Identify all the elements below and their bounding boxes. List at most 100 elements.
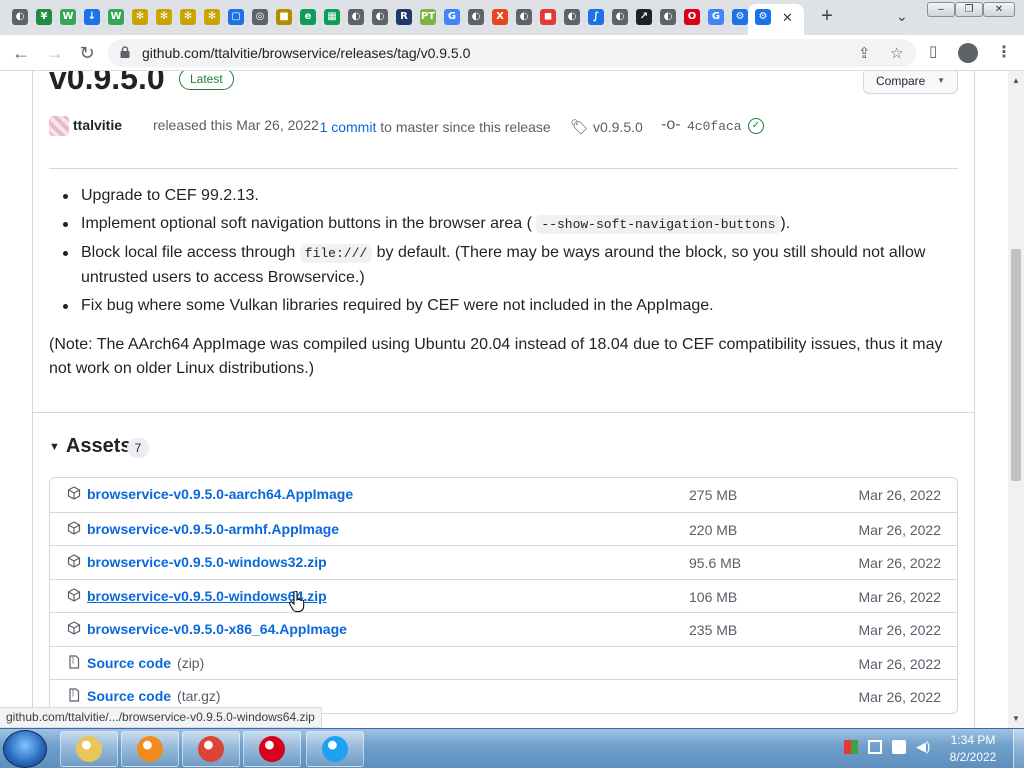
tab-search-button[interactable]: ⌄ <box>896 8 908 25</box>
bee-icon: ✻ <box>132 9 148 25</box>
forward-button[interactable]: → <box>45 43 65 64</box>
bookmark-star-icon[interactable]: ☆ <box>890 44 903 62</box>
google-icon: G <box>444 9 460 25</box>
start-button[interactable] <box>3 730 47 768</box>
browser-tab[interactable]: ■ <box>273 6 295 28</box>
restore-button[interactable]: ❐ <box>955 2 983 17</box>
side-panel-icon[interactable]: ▯ <box>929 42 937 60</box>
action-center-icon[interactable] <box>892 740 906 754</box>
browser-tab[interactable]: ◼ <box>537 6 559 28</box>
vertical-scrollbar[interactable]: ▲ ▼ <box>1008 71 1024 728</box>
browser-tab[interactable]: e <box>297 6 319 28</box>
browser-tab[interactable]: ✻ <box>177 6 199 28</box>
browser-tab[interactable]: ◐ <box>465 6 487 28</box>
asset-row: browservice-v0.9.5.0-windows64.zip 106 MB… <box>50 578 957 613</box>
minimize-button[interactable]: – <box>927 2 955 17</box>
asset-link[interactable]: browservice-v0.9.5.0-x86_64.AppImage <box>87 621 347 637</box>
e-green-icon: e <box>300 9 316 25</box>
active-tab[interactable]: ⚙ ✕ <box>748 4 804 35</box>
tag-link[interactable]: v0.9.5.0 <box>593 119 643 135</box>
browser-tab[interactable]: ◐ <box>657 6 679 28</box>
browser-tab[interactable]: ✻ <box>201 6 223 28</box>
asset-link[interactable]: browservice-v0.9.5.0-windows32.zip <box>87 554 327 570</box>
lock-icon <box>120 46 130 58</box>
close-window-button[interactable]: ✕ <box>983 2 1015 17</box>
commits-link[interactable]: 1 commit <box>320 119 377 135</box>
taskbar-opera[interactable] <box>243 731 301 767</box>
browser-tab[interactable]: R <box>393 6 415 28</box>
r-icon: R <box>396 9 412 25</box>
commit-info: · 1 commit to master since this release <box>311 119 551 135</box>
asset-row: browservice-v0.9.5.0-x86_64.AppImage 235 … <box>50 612 957 646</box>
asset-row: Source code (zip) Mar 26, 2022 <box>50 645 957 680</box>
page-viewport: v0.9.5.0 Latest Compare ▼ ttalvitie rele… <box>0 71 1008 728</box>
scroll-down-icon[interactable]: ▼ <box>1012 714 1020 723</box>
package-icon <box>67 554 81 568</box>
taskbar-internet-explorer[interactable] <box>306 731 364 767</box>
share-icon[interactable]: ⇪ <box>858 44 871 62</box>
browser-tab[interactable]: ◐ <box>9 6 31 28</box>
browser-tab[interactable]: ✻ <box>129 6 151 28</box>
hand-cursor-icon <box>289 591 305 612</box>
asset-name: browservice-v0.9.5.0-windows32.zip <box>87 554 327 570</box>
clock-date[interactable]: 8/2/2022 <box>938 750 1008 764</box>
commit-sha-link[interactable]: 4c0faca <box>687 119 742 134</box>
network-icon[interactable] <box>868 740 882 754</box>
browser-tab[interactable]: ↓ <box>81 6 103 28</box>
browser-tab[interactable]: ▢ <box>225 6 247 28</box>
show-desktop-button[interactable] <box>1013 729 1024 769</box>
browser-tab[interactable]: ◎ <box>249 6 271 28</box>
browser-tab[interactable]: ✻ <box>153 6 175 28</box>
reload-button[interactable]: ↻ <box>77 43 97 64</box>
taskbar-chrome[interactable] <box>182 731 240 767</box>
assets-toggle[interactable]: ▼ Assets <box>49 435 132 458</box>
assets-list: browservice-v0.9.5.0-aarch64.AppImage 275… <box>49 477 958 714</box>
divider <box>49 168 958 169</box>
asset-link[interactable]: Source code (tar.gz) <box>87 688 221 704</box>
profile-avatar-icon[interactable] <box>958 43 978 63</box>
new-tab-button[interactable]: + <box>816 5 838 28</box>
browser-tab[interactable]: ◐ <box>513 6 535 28</box>
browser-tab[interactable]: W <box>105 6 127 28</box>
author-link[interactable]: ttalvitie <box>73 117 122 133</box>
browser-tab[interactable]: ◐ <box>561 6 583 28</box>
volume-icon[interactable]: ◀) <box>916 740 930 754</box>
file-zip-icon <box>69 654 80 669</box>
colorful-tray-icon[interactable] <box>844 740 858 754</box>
author-avatar[interactable] <box>49 116 69 136</box>
browser-tab[interactable]: G <box>705 6 727 28</box>
browser-tab[interactable]: ◐ <box>609 6 631 28</box>
asset-date: Mar 26, 2022 <box>858 521 942 538</box>
browser-tab[interactable]: ◐ <box>345 6 367 28</box>
asset-link[interactable]: Source code (zip) <box>87 655 204 671</box>
asset-size: 220 MB <box>689 521 738 538</box>
browser-tab[interactable]: G <box>441 6 463 28</box>
scroll-up-icon[interactable]: ▲ <box>1012 76 1020 85</box>
more-menu-icon[interactable]: ⋮ <box>996 42 1012 62</box>
browser-tab[interactable]: ↗ <box>633 6 655 28</box>
clock-time[interactable]: 1:34 PM <box>938 733 1008 747</box>
tab-strip: ◐ ¥ W ↓ W ✻ ✻ ✻ ✻ ▢ ◎ ■ e ▦ ◐ ◐ R PT G ◐ X ◐ ◼ ◐ ∫ ◐ ↗ ◐ O G ⚙ ⚙ ✕ + ⌄… <box>0 0 1024 35</box>
asset-size: 95.6 MB <box>689 555 742 571</box>
close-tab-icon[interactable]: ✕ <box>782 10 793 26</box>
scroll-thumb[interactable] <box>1011 249 1021 481</box>
browser-tab[interactable]: ◐ <box>369 6 391 28</box>
browser-tab[interactable]: X <box>489 6 511 28</box>
wave-blue-icon: ∫ <box>588 9 604 25</box>
asset-link[interactable]: browservice-v0.9.5.0-armhf.AppImage <box>87 521 339 537</box>
package-icon <box>67 587 81 602</box>
taskbar-file-explorer[interactable] <box>60 731 118 767</box>
asset-link[interactable]: browservice-v0.9.5.0-aarch64.AppImage <box>87 486 353 502</box>
browser-tab[interactable]: PT <box>417 6 439 28</box>
taskbar-media-player[interactable] <box>121 731 179 767</box>
browser-tab[interactable]: O <box>681 6 703 28</box>
verified-check-icon[interactable]: ✓ <box>748 118 764 134</box>
browser-tab[interactable]: ▦ <box>321 6 343 28</box>
browser-tab[interactable]: ∫ <box>585 6 607 28</box>
address-bar[interactable]: github.com/ttalvitie/browservice/release… <box>108 39 916 67</box>
browser-tab[interactable]: W <box>57 6 79 28</box>
compare-button[interactable]: Compare ▼ <box>863 71 958 94</box>
browser-tab[interactable]: ¥ <box>33 6 55 28</box>
circle-gray-icon: ◐ <box>564 9 580 25</box>
back-button[interactable]: ← <box>11 43 31 64</box>
